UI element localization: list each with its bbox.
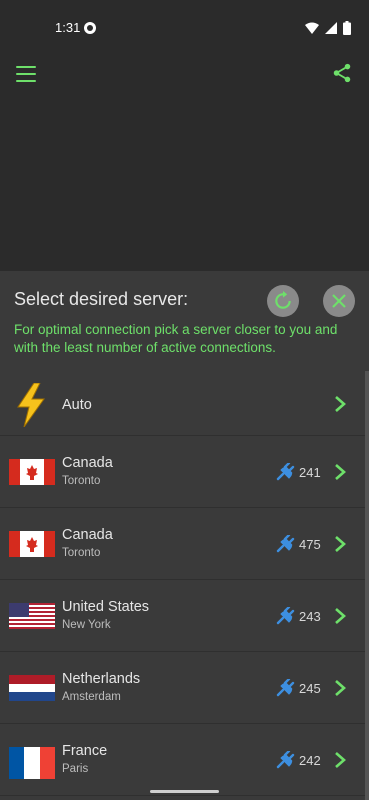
refresh-button[interactable] <box>267 285 299 317</box>
connection-count: 243 <box>299 609 321 624</box>
status-bar: 1:31 <box>0 0 369 56</box>
server-country: United States <box>62 599 150 615</box>
gesture-navigation-bar[interactable] <box>150 790 219 793</box>
server-row-united-states[interactable]: United States New York 243 <box>0 580 366 652</box>
server-city: Paris <box>62 763 89 775</box>
server-city: Amsterdam <box>62 691 121 703</box>
server-city: New York <box>62 619 111 631</box>
vpn-key-icon <box>84 22 96 34</box>
menu-icon[interactable] <box>16 66 36 82</box>
server-row-auto[interactable]: Auto <box>0 372 366 436</box>
connection-count: 245 <box>299 681 321 696</box>
server-select-sheet: Select desired server: For optimal conne… <box>0 271 369 800</box>
battery-icon <box>343 21 351 35</box>
usa-flag-icon <box>9 603 55 629</box>
server-country: Netherlands <box>62 671 141 687</box>
signal-icon <box>325 22 337 34</box>
refresh-icon <box>275 291 291 309</box>
server-country: Auto <box>62 397 92 413</box>
server-row-canada-toronto-2[interactable]: Canada Toronto 475 <box>0 508 366 580</box>
wifi-icon <box>305 22 319 34</box>
chevron-right-icon <box>335 752 346 768</box>
chevron-right-icon <box>335 536 346 552</box>
system-icons <box>305 20 351 36</box>
server-list: Auto Canada Toronto 241 Canada Toronto 4 <box>0 372 366 796</box>
status-time: 1:31 <box>55 20 81 35</box>
close-button[interactable] <box>323 285 355 317</box>
sheet-hint: For optimal connection pick a server clo… <box>14 322 338 355</box>
france-flag-icon <box>9 747 55 779</box>
chevron-right-icon <box>335 680 346 696</box>
chevron-right-icon <box>335 464 346 480</box>
connection-count: 475 <box>299 537 321 552</box>
plug-icon <box>276 535 295 553</box>
canada-flag-icon <box>9 531 55 557</box>
connection-count: 242 <box>299 753 321 768</box>
share-icon[interactable] <box>331 62 353 84</box>
plug-icon <box>276 607 295 625</box>
plug-icon <box>276 751 295 769</box>
list-scrollbar[interactable] <box>365 371 369 800</box>
app-bar <box>0 56 369 92</box>
server-row-netherlands[interactable]: Netherlands Amsterdam 245 <box>0 652 366 724</box>
plug-icon <box>276 463 295 481</box>
server-row-canada-toronto-1[interactable]: Canada Toronto 241 <box>0 436 366 508</box>
plug-icon <box>276 679 295 697</box>
server-country: Canada <box>62 455 113 471</box>
netherlands-flag-icon <box>9 675 55 701</box>
close-icon <box>332 294 346 308</box>
connection-count: 241 <box>299 465 321 480</box>
server-city: Toronto <box>62 547 101 559</box>
lightning-icon <box>17 383 45 427</box>
server-row-france[interactable]: France Paris 242 <box>0 724 366 796</box>
server-country: Canada <box>62 527 113 543</box>
server-city: Toronto <box>62 475 101 487</box>
server-country: France <box>62 743 108 759</box>
chevron-right-icon <box>335 396 346 412</box>
chevron-right-icon <box>335 608 346 624</box>
canada-flag-icon <box>9 459 55 485</box>
sheet-title: Select desired server: <box>14 289 189 309</box>
